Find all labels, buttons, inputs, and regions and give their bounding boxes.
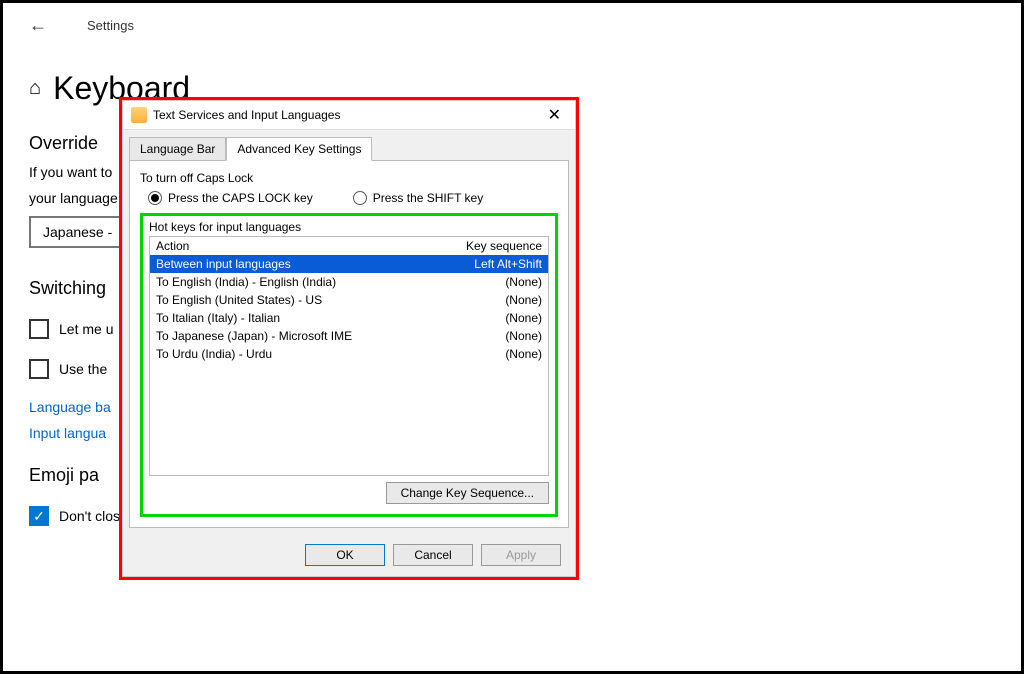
hotkey-header-action: Action [156, 239, 466, 253]
hotkey-sequence: (None) [452, 347, 542, 361]
hotkey-row[interactable]: Between input languagesLeft Alt+Shift [150, 255, 548, 273]
home-icon[interactable]: ⌂ [29, 77, 41, 100]
radio-icon [353, 191, 367, 205]
radio-press-shift-label: Press the SHIFT key [373, 191, 483, 205]
hotkey-sequence: (None) [452, 275, 542, 289]
emoji-checkbox[interactable]: ✓ [29, 506, 49, 526]
hotkey-row[interactable]: To English (United States) - US(None) [150, 291, 548, 309]
hotkey-row[interactable]: To Urdu (India) - Urdu(None) [150, 345, 548, 363]
radio-icon [148, 191, 162, 205]
hotkey-sequence: Left Alt+Shift [452, 257, 542, 271]
hotkey-row[interactable]: To Japanese (Japan) - Microsoft IME(None… [150, 327, 548, 345]
radio-press-caps[interactable]: Press the CAPS LOCK key [148, 191, 313, 205]
ok-button[interactable]: OK [305, 544, 385, 566]
text-services-dialog: Text Services and Input Languages ✕ Lang… [119, 97, 579, 580]
tab-language-bar[interactable]: Language Bar [129, 137, 226, 161]
dialog-title: Text Services and Input Languages [153, 108, 542, 122]
hotkey-action: To English (India) - English (India) [156, 275, 452, 289]
dialog-icon [131, 107, 147, 123]
settings-breadcrumb: Settings [87, 18, 134, 33]
radio-press-shift[interactable]: Press the SHIFT key [353, 191, 483, 205]
hotkey-action: To Japanese (Japan) - Microsoft IME [156, 329, 452, 343]
hotkey-list[interactable]: Action Key sequence Between input langua… [149, 236, 549, 476]
hotkey-header-seq: Key sequence [466, 239, 542, 253]
hotkey-sequence: (None) [452, 293, 542, 307]
hotkey-action: To English (United States) - US [156, 293, 452, 307]
hotkey-row[interactable]: To English (India) - English (India)(Non… [150, 273, 548, 291]
hotkey-sequence: (None) [452, 329, 542, 343]
hotkeys-group-label: Hot keys for input languages [149, 220, 549, 234]
cancel-button[interactable]: Cancel [393, 544, 473, 566]
switching-checkbox-1-label: Let me u [59, 321, 113, 337]
language-dropdown[interactable]: Japanese - [29, 216, 126, 248]
hotkey-action: To Urdu (India) - Urdu [156, 347, 452, 361]
switching-checkbox-2-label: Use the [59, 361, 107, 377]
hotkey-row[interactable]: To Italian (Italy) - Italian(None) [150, 309, 548, 327]
apply-button: Apply [481, 544, 561, 566]
tab-advanced-key-settings[interactable]: Advanced Key Settings [226, 137, 372, 161]
hotkey-action: To Italian (Italy) - Italian [156, 311, 452, 325]
hotkey-action: Between input languages [156, 257, 452, 271]
switching-checkbox-1[interactable] [29, 319, 49, 339]
back-arrow-icon[interactable]: ← [29, 15, 47, 36]
close-icon[interactable]: ✕ [542, 105, 567, 125]
switching-checkbox-2[interactable] [29, 359, 49, 379]
change-key-sequence-button[interactable]: Change Key Sequence... [386, 482, 549, 504]
radio-press-caps-label: Press the CAPS LOCK key [168, 191, 313, 205]
caps-lock-group-label: To turn off Caps Lock [140, 171, 558, 185]
hotkey-sequence: (None) [452, 311, 542, 325]
